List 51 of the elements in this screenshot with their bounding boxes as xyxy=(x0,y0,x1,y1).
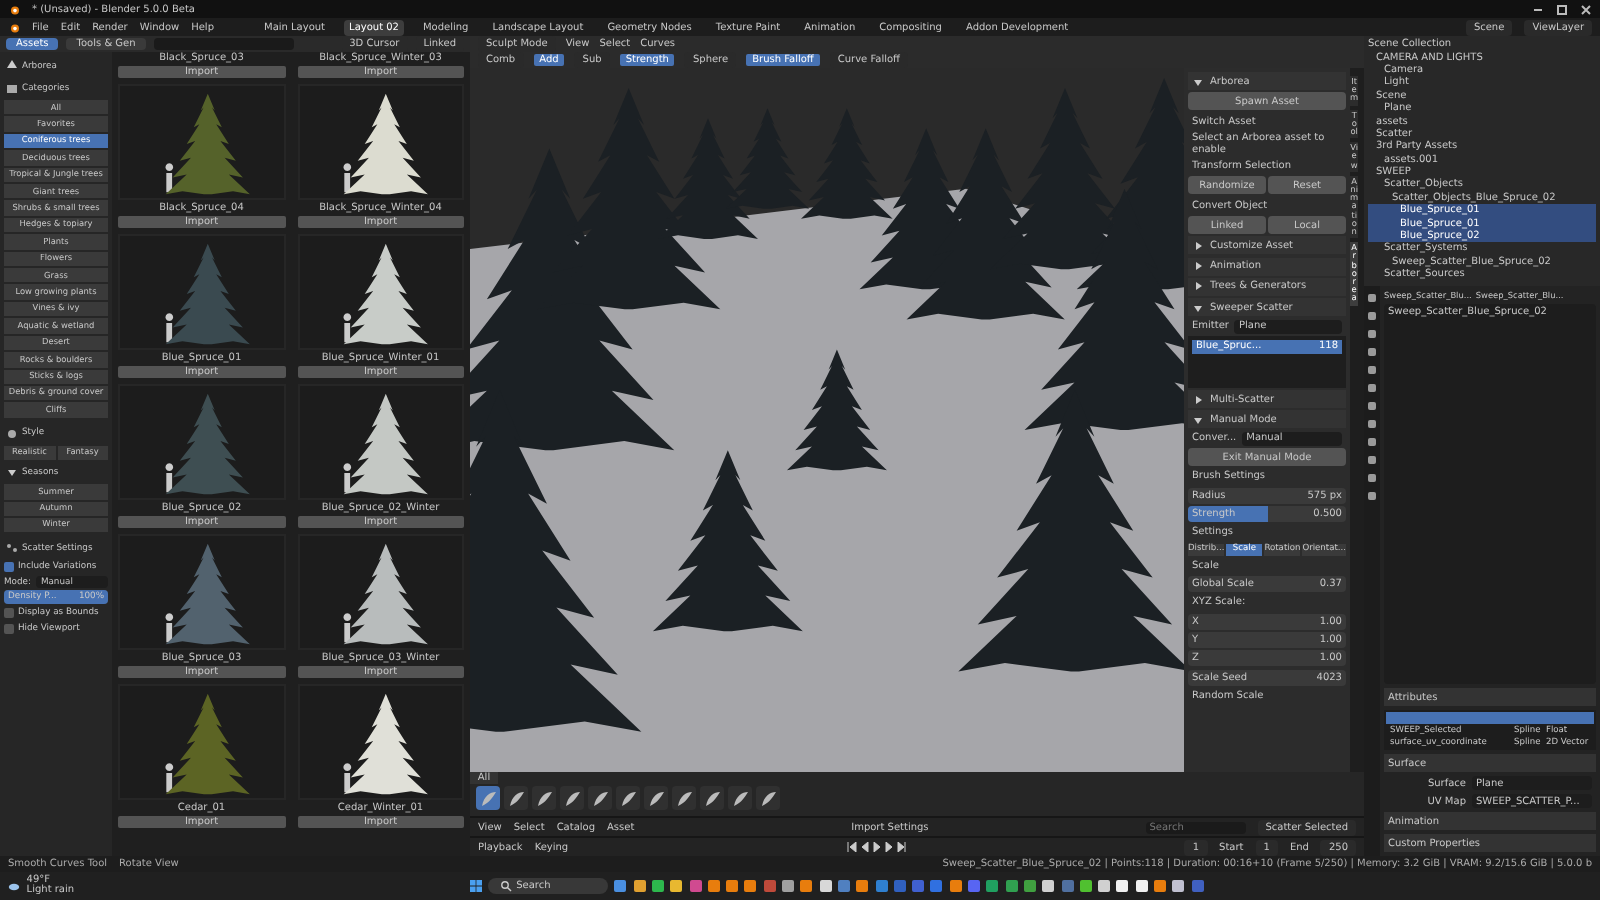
playback-controls-icon[interactable] xyxy=(846,842,907,852)
maximize-icon[interactable] xyxy=(1556,3,1568,15)
taskbar-app-icon[interactable] xyxy=(744,880,757,892)
asset-thumbnail[interactable] xyxy=(297,234,464,350)
taskbar-app-icon[interactable] xyxy=(856,880,869,892)
scatter-icon xyxy=(6,542,18,555)
brush-tool[interactable] xyxy=(700,786,724,810)
taskbar-app-icon[interactable] xyxy=(819,880,832,892)
taskbar-app-icon[interactable] xyxy=(1079,880,1092,892)
taskbar-app-icon[interactable] xyxy=(782,880,795,892)
asset-thumbnail[interactable] xyxy=(297,684,464,800)
asset-thumbnail[interactable] xyxy=(118,84,285,200)
taskbar-app-icon[interactable] xyxy=(1042,880,1055,892)
search-icon xyxy=(500,880,513,892)
taskbar-app-icon[interactable] xyxy=(1116,880,1129,892)
taskbar-app-icon[interactable] xyxy=(949,880,962,892)
start-icon[interactable] xyxy=(469,880,482,892)
brush-tool[interactable] xyxy=(532,786,556,810)
asset-thumbnail[interactable] xyxy=(297,384,464,500)
checkbox[interactable] xyxy=(4,562,14,573)
brush-tool[interactable] xyxy=(756,786,780,810)
brush-tool[interactable] xyxy=(476,786,500,810)
taskbar-app-icon[interactable] xyxy=(651,880,664,892)
brush-tool[interactable] xyxy=(728,786,752,810)
minimize-icon[interactable] xyxy=(1532,3,1544,15)
asset-thumbnail[interactable] xyxy=(118,534,285,650)
brush-tool[interactable] xyxy=(588,786,612,810)
taskbar-app-icon[interactable] xyxy=(800,880,813,892)
taskbar-app-icon[interactable] xyxy=(726,880,739,892)
asset-thumbnail[interactable] xyxy=(118,234,285,350)
brush-tool[interactable] xyxy=(560,786,584,810)
brush-tool[interactable] xyxy=(644,786,668,810)
taskbar-app-icon[interactable] xyxy=(1135,880,1148,892)
close-icon[interactable] xyxy=(1580,3,1592,15)
brush-tool[interactable] xyxy=(616,786,640,810)
asset-thumbnail[interactable] xyxy=(297,534,464,650)
checkbox[interactable] xyxy=(4,608,14,619)
expanded-arrow-icon xyxy=(6,466,18,479)
brush-tool[interactable] xyxy=(672,786,696,810)
taskbar-app-icon[interactable] xyxy=(1172,880,1185,892)
taskbar-app-icon[interactable] xyxy=(1098,880,1111,892)
taskbar-app-icon[interactable] xyxy=(633,880,646,892)
weather-cloud-icon xyxy=(8,880,20,892)
taskbar-app-icon[interactable] xyxy=(670,880,683,892)
checkbox[interactable] xyxy=(4,624,14,635)
taskbar-app-icon[interactable] xyxy=(1153,880,1166,892)
asset-thumbnail[interactable] xyxy=(118,384,285,500)
asset-thumbnail[interactable] xyxy=(118,684,285,800)
taskbar-app-icon[interactable] xyxy=(707,880,720,892)
asset-thumbnail[interactable] xyxy=(297,84,464,200)
brush-tool[interactable] xyxy=(504,786,528,810)
